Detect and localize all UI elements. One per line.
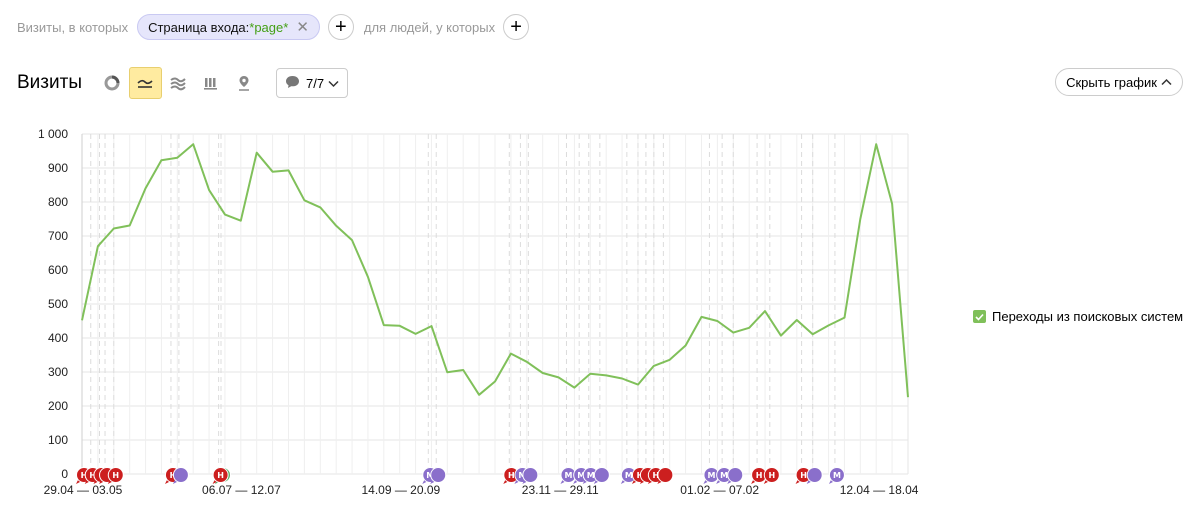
annotation-marker[interactable]: [172, 467, 189, 485]
y-tick-label: 300: [48, 365, 68, 379]
y-tick-label: 200: [48, 399, 68, 413]
chart-legend[interactable]: Переходы из поисковых систем: [973, 309, 1183, 324]
svg-text:М: М: [720, 471, 728, 480]
svg-text:М: М: [564, 471, 572, 480]
y-tick-label: 100: [48, 433, 68, 447]
y-tick-label: 0: [61, 467, 68, 481]
y-tick-label: 700: [48, 229, 68, 243]
annotation-marker[interactable]: [806, 467, 823, 485]
x-tick-label: 12.04 — 18.04: [840, 483, 919, 497]
annotation-marker[interactable]: Н: [763, 467, 780, 485]
y-tick-label: 600: [48, 263, 68, 277]
svg-text:М: М: [707, 471, 715, 480]
svg-text:М: М: [625, 471, 633, 480]
x-tick-label: 23.11 — 29.11: [522, 483, 599, 497]
legend-series-label: Переходы из поисковых систем: [992, 309, 1184, 324]
annotation-marker[interactable]: [430, 467, 447, 485]
x-tick-label: 01.02 — 07.02: [680, 483, 759, 497]
svg-text:Н: Н: [112, 471, 119, 480]
x-tick-label: 14.09 — 20.09: [361, 483, 440, 497]
y-tick-label: 800: [48, 195, 68, 209]
checkbox-checked-icon[interactable]: [973, 310, 986, 323]
visits-line-chart: 0 100 200 300 400 500 600 700 800 900 1 000 29.04 …: [38, 127, 919, 497]
annotation-marker[interactable]: [727, 467, 744, 485]
y-tick-label: 500: [48, 297, 68, 311]
y-tick-label: 1 000: [38, 127, 68, 141]
annotation-marker[interactable]: М: [828, 467, 845, 485]
svg-text:Н: Н: [217, 471, 224, 480]
svg-text:Н: Н: [800, 471, 807, 480]
annotation-marker[interactable]: [657, 467, 674, 485]
x-tick-label: 06.07 — 12.07: [202, 483, 281, 497]
svg-text:Н: Н: [756, 471, 763, 480]
x-tick-label: 29.04 — 03.05: [44, 483, 123, 497]
y-tick-label: 400: [48, 331, 68, 345]
annotation-marker[interactable]: Н: [107, 467, 124, 485]
y-tick-label: 900: [48, 161, 68, 175]
svg-text:Н: Н: [768, 471, 775, 480]
svg-text:Н: Н: [508, 471, 515, 480]
svg-text:М: М: [833, 471, 841, 480]
svg-text:М: М: [587, 471, 595, 480]
annotation-marker[interactable]: [522, 467, 539, 485]
annotation-marker[interactable]: [593, 467, 610, 485]
